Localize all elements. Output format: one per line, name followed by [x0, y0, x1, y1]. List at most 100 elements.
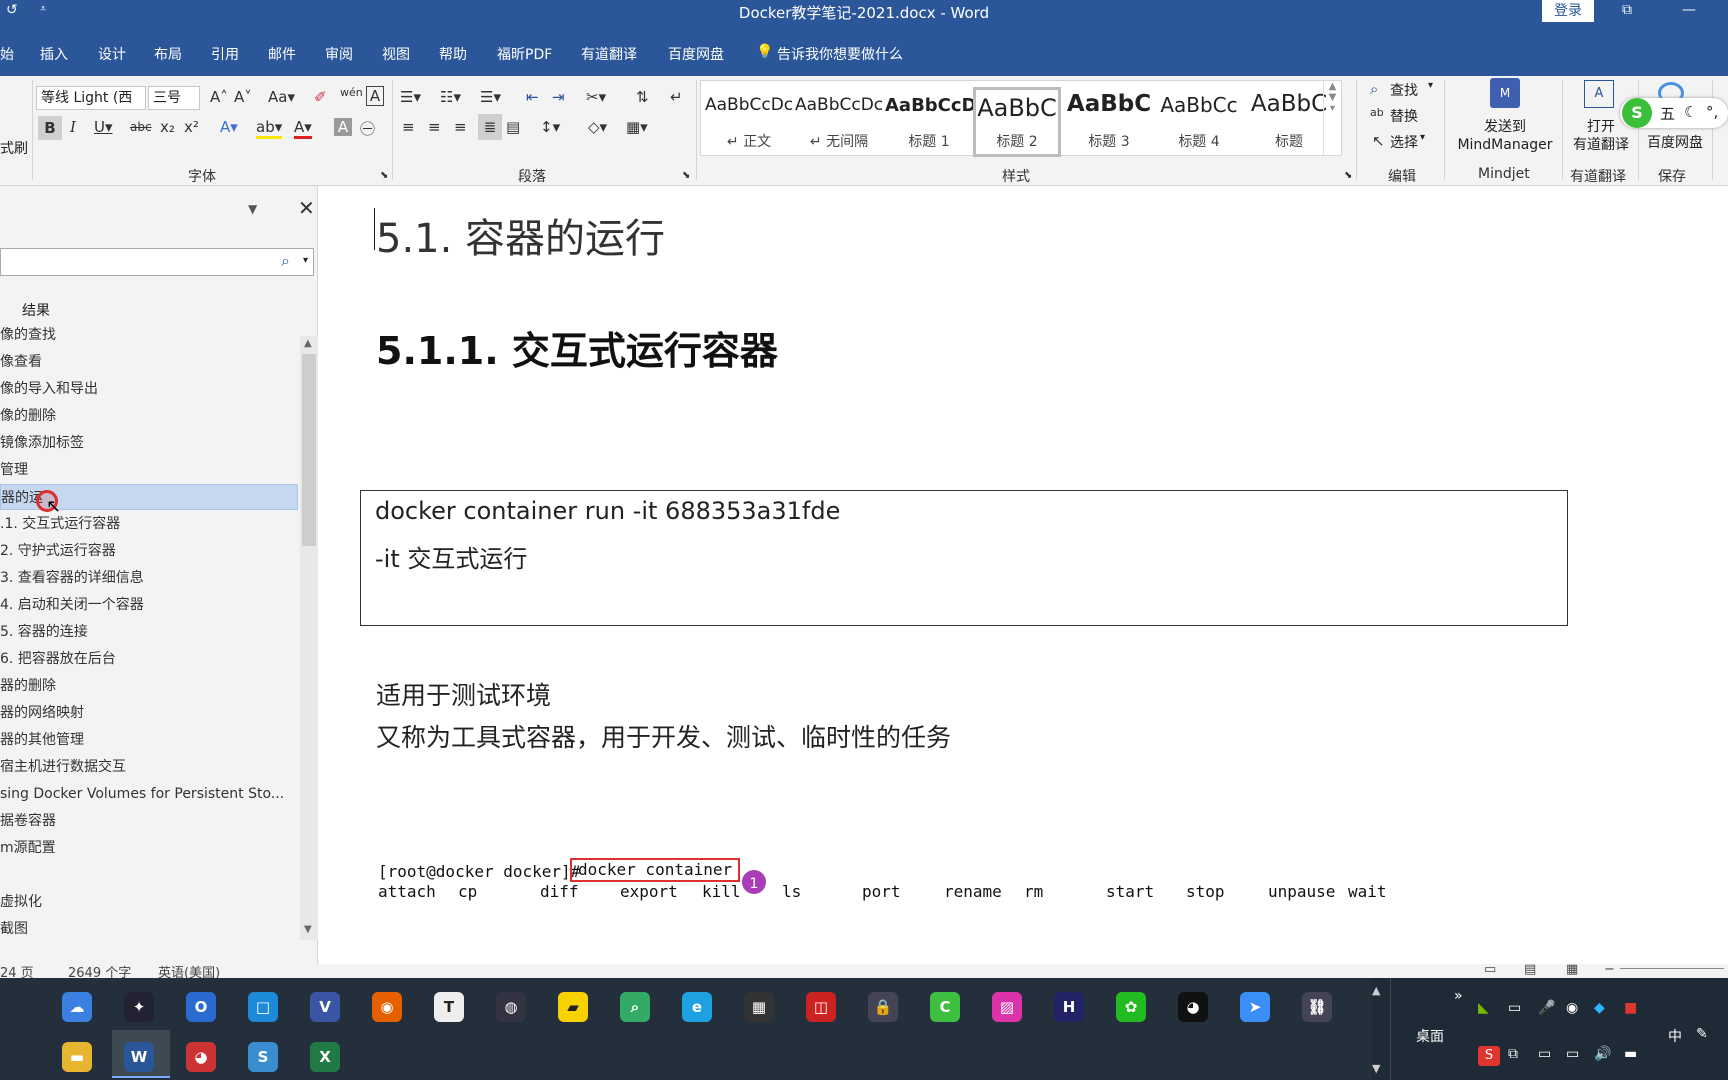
font-dialog-launcher-icon[interactable]: ⬊: [380, 170, 388, 181]
increase-indent-icon[interactable]: ⇥: [552, 88, 565, 106]
red-app-icon[interactable]: ◫: [806, 992, 836, 1022]
hdx-icon[interactable]: H: [1054, 992, 1084, 1022]
baidu-save-button[interactable]: 百度网盘: [1640, 132, 1710, 152]
web-layout-icon[interactable]: ▦: [1566, 964, 1578, 977]
baidu-netdisk-icon[interactable]: ☁: [62, 992, 92, 1022]
nav-item[interactable]: 4. 启动和关闭一个容器: [0, 592, 298, 618]
notification-icon[interactable]: ✎: [1696, 1026, 1708, 1042]
shading-icon[interactable]: ◇▾: [588, 118, 607, 136]
paint-icon[interactable]: ▨: [992, 992, 1022, 1022]
search-icon[interactable]: ⌕: [281, 251, 290, 271]
nav-item[interactable]: 器的其他管理: [0, 727, 298, 753]
minimize-icon[interactable]: —: [1682, 2, 1696, 18]
search-input[interactable]: ⌕ ▾: [0, 248, 314, 276]
tab-mailings[interactable]: 邮件: [268, 44, 296, 64]
green-app-icon[interactable]: ✿: [1116, 992, 1146, 1022]
tab-home[interactable]: 始: [0, 44, 14, 64]
camtasia-icon[interactable]: C: [930, 992, 960, 1022]
line-spacing-icon[interactable]: ↕▾: [540, 118, 560, 136]
align-left-icon[interactable]: ≡: [402, 118, 415, 136]
style-no-spacing[interactable]: AaBbCcDc ↵ 无间隔: [795, 87, 883, 157]
subscript-icon[interactable]: x₂: [160, 118, 175, 136]
bear-app-icon[interactable]: ◕: [186, 1042, 216, 1072]
align-right-icon[interactable]: ≡: [454, 118, 467, 136]
document-canvas[interactable]: 5.1. 容器的运行 5.1.1. 交互式运行容器 docker contain…: [336, 186, 1728, 938]
tab-view[interactable]: 视图: [382, 44, 410, 64]
style-normal[interactable]: AaBbCcDc ↵ 正文: [705, 87, 793, 157]
bullets-icon[interactable]: ☰▾: [400, 88, 421, 106]
font-size-select[interactable]: 三号: [148, 86, 200, 110]
pane-options-icon[interactable]: ▼: [248, 202, 257, 216]
mindmanager-button[interactable]: 发送到 MindManager: [1450, 118, 1560, 154]
clear-format-icon[interactable]: ✐: [314, 88, 327, 106]
find-icon[interactable]: ⌕: [1370, 80, 1378, 98]
read-mode-icon[interactable]: ▭: [1484, 964, 1496, 977]
login-button[interactable]: 登录: [1542, 0, 1594, 22]
numbering-icon[interactable]: ☷▾: [440, 88, 461, 106]
nav-item[interactable]: 像的删除: [0, 403, 298, 429]
bold-icon[interactable]: B: [38, 116, 62, 140]
code-box[interactable]: docker container run -it 688353a31fde -i…: [360, 490, 1568, 626]
nav-item[interactable]: 据卷容器: [0, 808, 298, 834]
show-marks-icon[interactable]: ↵: [670, 88, 683, 106]
tell-me-box[interactable]: 告诉我你想要做什么: [777, 44, 903, 64]
tab-help[interactable]: 帮助: [439, 44, 467, 64]
search-app-icon[interactable]: ⌕: [620, 992, 650, 1022]
qq-icon[interactable]: ◕: [1178, 992, 1208, 1022]
underline-icon[interactable]: U▾: [94, 118, 113, 136]
ime-toolbar[interactable]: S 五 ☾ °,: [1620, 98, 1728, 128]
style-heading-2[interactable]: AaBbC 标题 2: [973, 87, 1061, 157]
screen-icon[interactable]: ⧉: [1508, 1046, 1518, 1062]
qq-tray-icon[interactable]: ◉: [1566, 1000, 1578, 1016]
moon-icon[interactable]: ☾: [1684, 103, 1697, 121]
taskbar-scroll-up-icon[interactable]: ▲: [1372, 984, 1380, 997]
lock-app-icon[interactable]: 🔒: [868, 992, 898, 1022]
tab-design[interactable]: 设计: [98, 44, 126, 64]
grow-font-icon[interactable]: A˄: [210, 88, 228, 106]
display-icon[interactable]: ▭: [1508, 1000, 1521, 1016]
kite-icon[interactable]: ✦: [124, 992, 154, 1022]
paragraph-1[interactable]: 适用于测试环境: [376, 676, 551, 712]
zoom-out-icon[interactable]: −: [1604, 964, 1615, 977]
nav-item[interactable]: 截图: [0, 916, 298, 942]
print-layout-icon[interactable]: ▤: [1524, 964, 1536, 977]
justify-icon[interactable]: ≣: [478, 114, 502, 140]
select-arrow-icon[interactable]: ↖: [1372, 132, 1385, 150]
volume-icon[interactable]: 🔊: [1594, 1046, 1611, 1062]
nav-item[interactable]: 像的查找: [0, 322, 298, 348]
tab-youdao[interactable]: 有道翻译: [581, 44, 637, 64]
snipaste-icon[interactable]: □: [248, 992, 278, 1022]
tab-results[interactable]: 结果: [22, 300, 50, 320]
nav-item[interactable]: [0, 862, 298, 888]
heading-2[interactable]: 5.1. 容器的运行: [376, 206, 665, 264]
ribbon-display-options-icon[interactable]: ⧉: [1622, 2, 1632, 18]
visio-icon[interactable]: V: [310, 992, 340, 1022]
nav-scrollbar[interactable]: ▲ ▼: [300, 336, 318, 940]
decrease-indent-icon[interactable]: ⇤: [526, 88, 539, 106]
language[interactable]: 英语(美国): [158, 964, 220, 978]
highlight-icon[interactable]: ab▾: [256, 118, 283, 139]
style-heading-4[interactable]: AaBbCc 标题 4: [1155, 87, 1243, 157]
text-effects-icon[interactable]: A▾: [220, 118, 238, 136]
outlook-icon[interactable]: O: [186, 992, 216, 1022]
change-case-icon[interactable]: Aa▾: [268, 88, 295, 106]
word-icon[interactable]: W: [124, 1042, 154, 1072]
vpn-icon[interactable]: ⛓: [1302, 992, 1332, 1022]
char-border-icon[interactable]: A: [366, 86, 384, 106]
keyboard-icon[interactable]: ▭: [1538, 1046, 1551, 1062]
nav-item[interactable]: 器的删除: [0, 673, 298, 699]
style-heading-3[interactable]: AaBbC 标题 3: [1065, 87, 1153, 157]
page-count[interactable]: 24 页: [0, 964, 34, 978]
network-icon[interactable]: ▭: [1566, 1046, 1579, 1062]
nav-scroll-thumb[interactable]: [302, 354, 316, 546]
taskbar-scroll-down-icon[interactable]: ▼: [1372, 1062, 1380, 1075]
firefox-icon[interactable]: ◉: [372, 992, 402, 1022]
tab-layout[interactable]: 布局: [154, 44, 182, 64]
zoom-slider[interactable]: [1620, 968, 1724, 969]
excel-icon[interactable]: X: [310, 1042, 340, 1072]
nav-item[interactable]: 像的导入和导出: [0, 376, 298, 402]
tell-me-icon[interactable]: 💡: [756, 44, 773, 60]
select-button[interactable]: 选择: [1390, 132, 1418, 152]
sogou-tray-icon[interactable]: S: [1478, 1046, 1500, 1066]
tab-insert[interactable]: 插入: [40, 44, 68, 64]
